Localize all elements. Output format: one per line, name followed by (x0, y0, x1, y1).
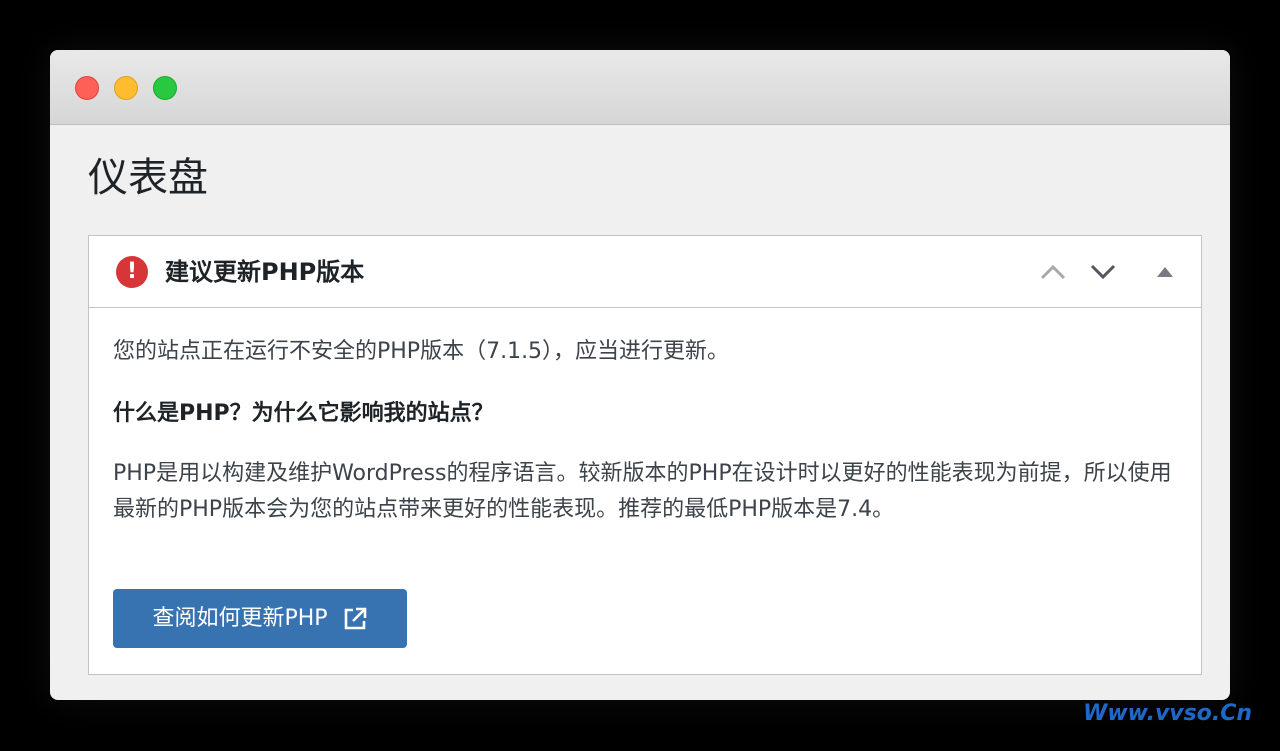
window-titlebar (50, 50, 1230, 125)
window-minimize-button[interactable] (114, 76, 138, 100)
triangle-up-icon (1157, 267, 1173, 277)
php-update-panel: ! 建议更新PHP版本 您的站点正在运行不安全的PHP版本（7.1.5），应当进… (88, 235, 1202, 675)
intro-text: 您的站点正在运行不安全的PHP版本（7.1.5），应当进行更新。 (113, 339, 730, 364)
update-php-guide-button[interactable]: 查阅如何更新PHP (113, 589, 407, 648)
php-description: PHP是用以构建及维护WordPress的程序语言。较新版本的PHP在设计时以更… (113, 461, 1172, 522)
php-question-heading: 什么是PHP？为什么它影响我的站点？ (113, 401, 494, 426)
update-php-guide-label: 查阅如何更新PHP (152, 605, 328, 631)
chevron-up-icon (1040, 264, 1066, 280)
chevron-down-icon (1090, 264, 1116, 280)
window-close-button[interactable] (75, 76, 99, 100)
browser-window: 仪表盘 ! 建议更新PHP版本 您的站点正在运行不安全的PHP版本（7.1.5）… (50, 50, 1230, 700)
move-down-button[interactable] (1085, 254, 1121, 290)
external-link-icon (344, 607, 366, 629)
window-zoom-button[interactable] (153, 76, 177, 100)
panel-title: 建议更新PHP版本 (165, 258, 365, 286)
move-up-button[interactable] (1035, 254, 1071, 290)
exclamation-circle-icon: ! (116, 256, 148, 288)
watermark-text: Www.vvso.Cn (1083, 701, 1252, 726)
collapse-toggle-button[interactable] (1147, 254, 1183, 290)
page-title: 仪表盘 (88, 155, 208, 201)
panel-header: ! 建议更新PHP版本 (89, 236, 1201, 308)
